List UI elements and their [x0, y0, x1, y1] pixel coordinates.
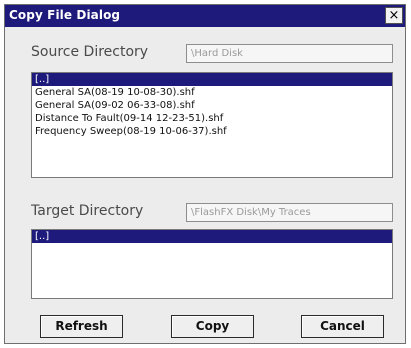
copy-file-dialog: Copy File Dialog × Source Directory \Har… — [4, 4, 406, 344]
source-list-item-2[interactable]: General SA(09-02 06-33-08).shf — [32, 99, 392, 112]
source-list-item-0[interactable]: [..] — [32, 73, 392, 86]
source-path-field: \Hard Disk — [186, 44, 393, 63]
refresh-button[interactable]: Refresh — [40, 315, 123, 338]
dialog-title: Copy File Dialog — [9, 8, 121, 22]
source-list-item-1[interactable]: General SA(08-19 10-08-30).shf — [32, 86, 392, 99]
target-directory-label: Target Directory — [31, 203, 144, 219]
target-list-item-0[interactable]: [..] — [32, 230, 392, 243]
close-icon[interactable]: × — [385, 7, 403, 24]
source-list-item-4[interactable]: Frequency Sweep(08-19 10-06-37).shf — [32, 125, 392, 138]
target-directory-list[interactable]: [..] — [31, 229, 393, 299]
title-bar: Copy File Dialog × — [5, 5, 405, 27]
cancel-button[interactable]: Cancel — [301, 315, 384, 338]
source-list-item-3[interactable]: Distance To Fault(09-14 12-23-51).shf — [32, 112, 392, 125]
copy-button[interactable]: Copy — [171, 315, 254, 338]
source-file-list[interactable]: [..] General SA(08-19 10-08-30).shf Gene… — [31, 72, 393, 178]
target-path-field: \FlashFX Disk\My Traces — [186, 203, 393, 222]
source-directory-label: Source Directory — [31, 44, 149, 60]
